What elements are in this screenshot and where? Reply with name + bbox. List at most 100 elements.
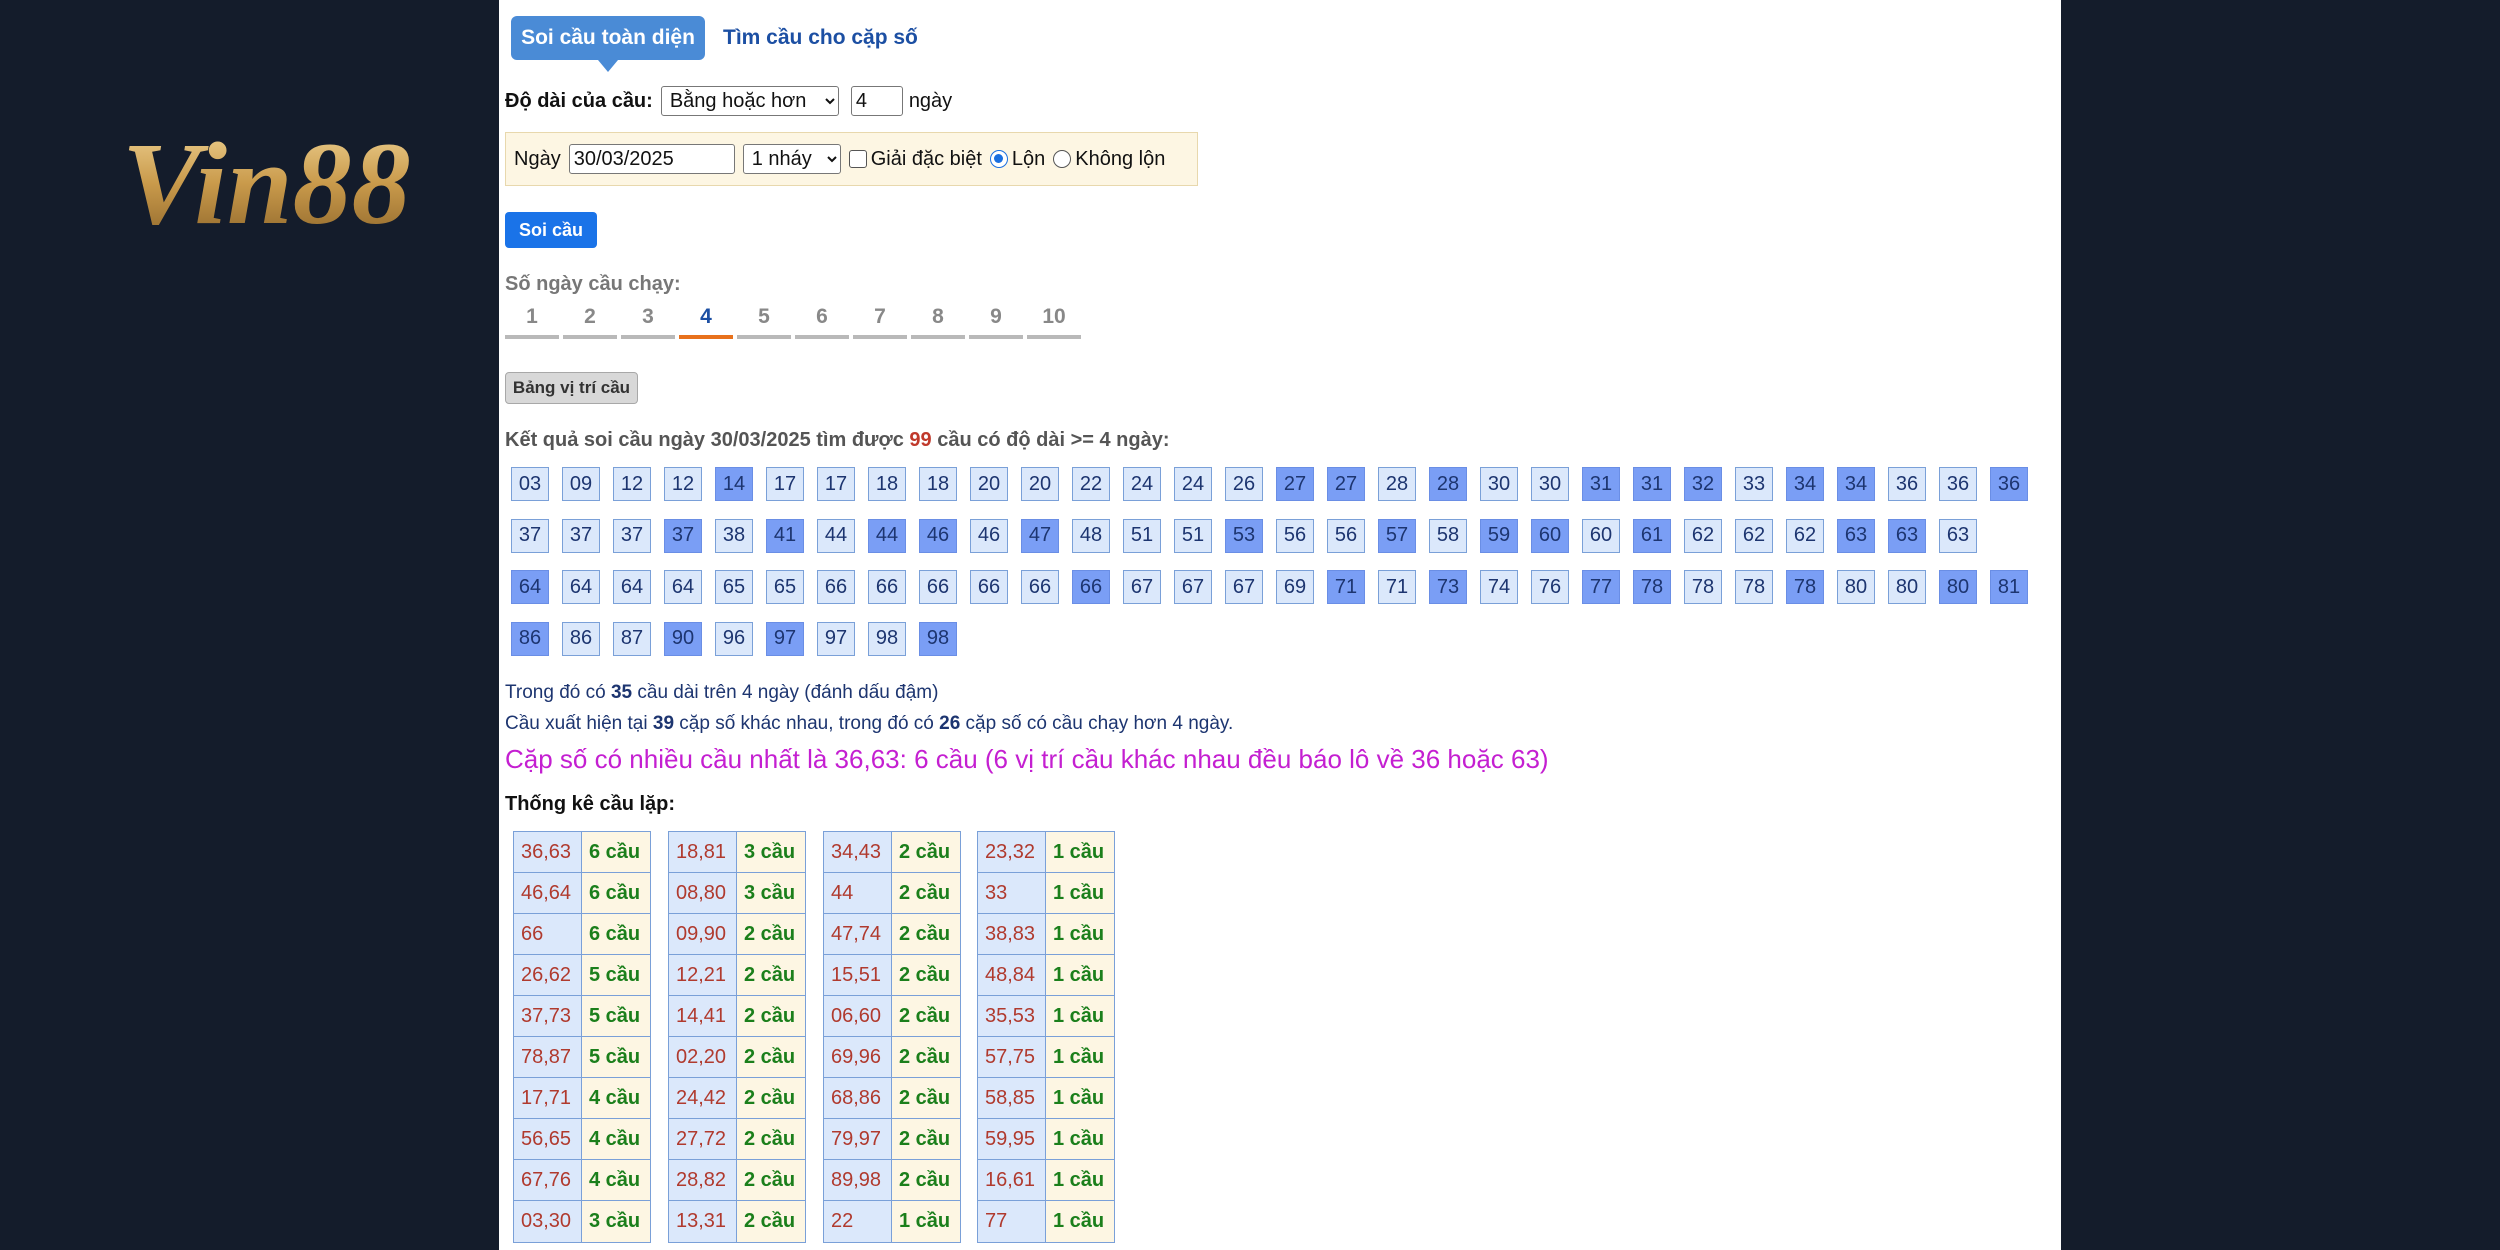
- number-cell[interactable]: 34: [1837, 467, 1875, 501]
- tab-tim-cau-cho-cap-so[interactable]: Tìm cầu cho cặp số: [723, 26, 918, 50]
- number-cell[interactable]: 18: [919, 467, 957, 501]
- number-cell[interactable]: 17: [817, 467, 855, 501]
- number-cell[interactable]: 51: [1123, 518, 1161, 553]
- number-cell[interactable]: 22: [1072, 467, 1110, 501]
- number-cell[interactable]: 27: [1276, 467, 1314, 501]
- number-cell[interactable]: 66: [919, 570, 957, 604]
- number-cell[interactable]: 97: [817, 621, 855, 656]
- number-cell[interactable]: 78: [1786, 570, 1824, 604]
- number-cell[interactable]: 37: [511, 518, 549, 553]
- number-cell[interactable]: 37: [613, 518, 651, 553]
- number-cell[interactable]: 03: [511, 467, 549, 501]
- day-tab[interactable]: 1: [505, 305, 559, 339]
- number-cell[interactable]: 18: [868, 467, 906, 501]
- number-cell[interactable]: 38: [715, 518, 753, 553]
- number-cell[interactable]: 69: [1276, 570, 1314, 604]
- number-cell[interactable]: 47: [1021, 518, 1059, 553]
- number-cell[interactable]: 74: [1480, 570, 1518, 604]
- number-cell[interactable]: 17: [766, 467, 804, 501]
- number-cell[interactable]: 57: [1378, 518, 1416, 553]
- number-cell[interactable]: 62: [1684, 518, 1722, 553]
- number-cell[interactable]: 71: [1327, 570, 1365, 604]
- number-cell[interactable]: 28: [1429, 467, 1467, 501]
- number-cell[interactable]: 62: [1735, 518, 1773, 553]
- day-tab[interactable]: 3: [621, 305, 675, 339]
- tab-soi-cau-toan-dien[interactable]: Soi cầu toàn diện: [511, 16, 705, 72]
- day-tab[interactable]: 7: [853, 305, 907, 339]
- number-cell[interactable]: 64: [511, 570, 549, 604]
- number-cell[interactable]: 27: [1327, 467, 1365, 501]
- number-cell[interactable]: 66: [817, 570, 855, 604]
- number-cell[interactable]: 24: [1123, 467, 1161, 501]
- lon-option[interactable]: Lộn: [989, 148, 1045, 171]
- number-cell[interactable]: 86: [562, 621, 600, 656]
- day-tab[interactable]: 9: [969, 305, 1023, 339]
- number-cell[interactable]: 67: [1123, 570, 1161, 604]
- number-cell[interactable]: 78: [1633, 570, 1671, 604]
- day-tab[interactable]: 2: [563, 305, 617, 339]
- number-cell[interactable]: 61: [1633, 518, 1671, 553]
- number-cell[interactable]: 24: [1174, 467, 1212, 501]
- number-cell[interactable]: 73: [1429, 570, 1467, 604]
- length-input[interactable]: [850, 86, 903, 116]
- number-cell[interactable]: 98: [919, 621, 957, 656]
- number-cell[interactable]: 97: [766, 621, 804, 656]
- number-cell[interactable]: 12: [613, 467, 651, 501]
- number-cell[interactable]: 63: [1837, 518, 1875, 553]
- number-cell[interactable]: 80: [1837, 570, 1875, 604]
- number-cell[interactable]: 71: [1378, 570, 1416, 604]
- number-cell[interactable]: 77: [1582, 570, 1620, 604]
- number-cell[interactable]: 33: [1735, 467, 1773, 501]
- number-cell[interactable]: 30: [1531, 467, 1569, 501]
- number-cell[interactable]: 65: [766, 570, 804, 604]
- number-cell[interactable]: 60: [1582, 518, 1620, 553]
- number-cell[interactable]: 64: [562, 570, 600, 604]
- number-cell[interactable]: 36: [1939, 467, 1977, 501]
- number-cell[interactable]: 64: [613, 570, 651, 604]
- number-cell[interactable]: 96: [715, 621, 753, 656]
- number-cell[interactable]: 86: [511, 621, 549, 656]
- number-cell[interactable]: 51: [1174, 518, 1212, 553]
- number-cell[interactable]: 56: [1276, 518, 1314, 553]
- number-cell[interactable]: 53: [1225, 518, 1263, 553]
- number-cell[interactable]: 98: [868, 621, 906, 656]
- number-cell[interactable]: 64: [664, 570, 702, 604]
- number-cell[interactable]: 36: [1990, 467, 2028, 501]
- special-prize-checkbox[interactable]: [848, 150, 867, 169]
- number-cell[interactable]: 37: [562, 518, 600, 553]
- day-tab[interactable]: 8: [911, 305, 965, 339]
- number-cell[interactable]: 12: [664, 467, 702, 501]
- number-cell[interactable]: 37: [664, 518, 702, 553]
- number-cell[interactable]: 41: [766, 518, 804, 553]
- number-cell[interactable]: 67: [1225, 570, 1263, 604]
- number-cell[interactable]: 48: [1072, 518, 1110, 553]
- number-cell[interactable]: 44: [817, 518, 855, 553]
- number-cell[interactable]: 31: [1633, 467, 1671, 501]
- khong-lon-option[interactable]: Không lộn: [1053, 148, 1165, 171]
- day-tab[interactable]: 5: [737, 305, 791, 339]
- number-cell[interactable]: 44: [868, 518, 906, 553]
- number-cell[interactable]: 66: [970, 570, 1008, 604]
- number-cell[interactable]: 58: [1429, 518, 1467, 553]
- day-tab[interactable]: 6: [795, 305, 849, 339]
- number-cell[interactable]: 09: [562, 467, 600, 501]
- number-cell[interactable]: 26: [1225, 467, 1263, 501]
- number-cell[interactable]: 67: [1174, 570, 1212, 604]
- number-cell[interactable]: 63: [1939, 518, 1977, 553]
- soi-cau-button[interactable]: Soi cầu: [505, 212, 597, 248]
- day-tab[interactable]: 4: [679, 305, 733, 339]
- number-cell[interactable]: 76: [1531, 570, 1569, 604]
- number-cell[interactable]: 87: [613, 621, 651, 656]
- number-cell[interactable]: 56: [1327, 518, 1365, 553]
- bang-vi-tri-cau-button[interactable]: Bảng vị trí cầu: [505, 372, 638, 404]
- number-cell[interactable]: 60: [1531, 518, 1569, 553]
- number-cell[interactable]: 28: [1378, 467, 1416, 501]
- number-cell[interactable]: 62: [1786, 518, 1824, 553]
- number-cell[interactable]: 66: [1072, 570, 1110, 604]
- number-cell[interactable]: 90: [664, 621, 702, 656]
- number-cell[interactable]: 14: [715, 467, 753, 501]
- date-input[interactable]: [568, 144, 735, 174]
- khong-lon-radio[interactable]: [1053, 150, 1072, 169]
- lon-radio[interactable]: [989, 150, 1008, 169]
- number-cell[interactable]: 20: [1021, 467, 1059, 501]
